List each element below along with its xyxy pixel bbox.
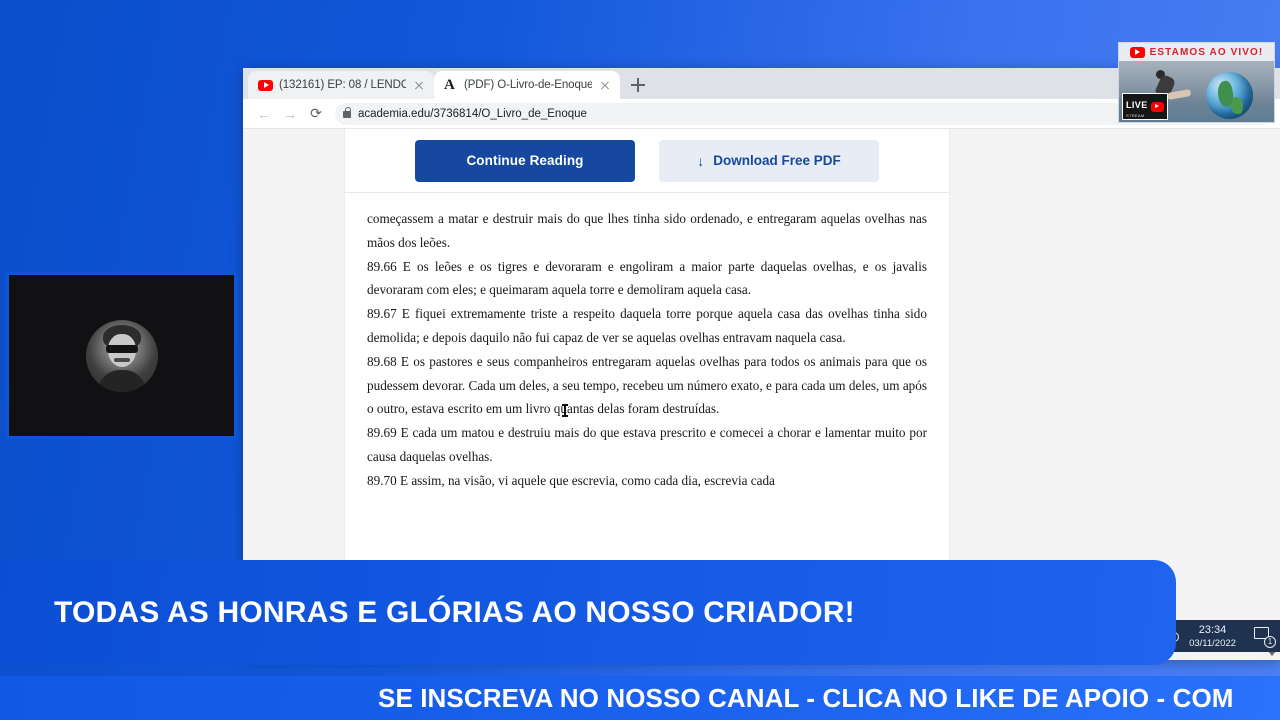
- avatar: [85, 319, 158, 392]
- live-headline-bar: ESTAMOS AO VIVO!: [1119, 43, 1274, 61]
- ticker-banner: SE INSCREVA NO NOSSO CANAL - CLICA NO LI…: [0, 676, 1280, 720]
- avatar-moustache: [113, 357, 130, 362]
- live-headline: ESTAMOS AO VIVO!: [1149, 46, 1264, 58]
- back-icon[interactable]: ←: [251, 101, 277, 127]
- tab-title: (132161) EP: 08 / LENDO O LIVR: [279, 79, 406, 91]
- academia-icon: A: [444, 76, 455, 93]
- sunglasses-icon: [105, 344, 138, 353]
- live-badge-sub: STREAM: [1126, 113, 1145, 118]
- tab-youtube[interactable]: (132161) EP: 08 / LENDO O LIVR: [248, 71, 434, 99]
- paragraph: 89.66 E os leões e os tigres e devoraram…: [367, 258, 927, 298]
- paragraph: 89.70 E assim, na visão, vi aquele que e…: [367, 472, 775, 488]
- download-free-pdf-button[interactable]: ↓ Download Free PDF: [659, 139, 879, 182]
- tab-academia[interactable]: A (PDF) O-Livro-de-Enoque | Lucir: [434, 71, 620, 99]
- text-cursor: [562, 404, 568, 417]
- live-badge-labels: LIVE STREAM: [1126, 95, 1148, 119]
- youtube-icon: [258, 79, 273, 91]
- download-icon: ↓: [697, 152, 705, 169]
- globe-graphic: [1206, 72, 1253, 119]
- webcam-panel: [6, 272, 237, 439]
- youtube-icon: [1129, 46, 1145, 58]
- lower-third-banner: TODAS AS HONRAS E GLÓRIAS AO NOSSO CRIAD…: [0, 560, 1176, 665]
- close-icon[interactable]: [412, 78, 426, 92]
- clock-time: 23:34: [1198, 623, 1227, 636]
- download-label: Download Free PDF: [713, 153, 841, 168]
- live-stream-overlay: ESTAMOS AO VIVO! LIVE STREAM: [1118, 42, 1275, 123]
- lower-third-text: TODAS AS HONRAS E GLÓRIAS AO NOSSO CRIAD…: [54, 595, 855, 629]
- new-tab-button[interactable]: [624, 71, 652, 99]
- paragraph: 89.68 E os pastores e seus companheiros …: [367, 353, 927, 417]
- tab-title: (PDF) O-Livro-de-Enoque | Lucir: [464, 79, 592, 91]
- live-thumbnail-image: LIVE STREAM: [1119, 61, 1274, 122]
- notification-count: 1: [1264, 636, 1276, 648]
- cta-bar: Continue Reading ↓ Download Free PDF: [345, 129, 949, 193]
- ticker-text: SE INSCREVA NO NOSSO CANAL - CLICA NO LI…: [378, 682, 1234, 713]
- avatar-body: [97, 369, 146, 392]
- reload-icon[interactable]: ⟳: [303, 101, 329, 127]
- continue-reading-button[interactable]: Continue Reading: [415, 139, 635, 182]
- paragraph: começassem a matar e destruir mais do qu…: [367, 211, 927, 250]
- close-icon[interactable]: [598, 78, 612, 92]
- taskbar-clock[interactable]: 23:34 03/11/2022: [1179, 623, 1246, 650]
- clock-date: 03/11/2022: [1189, 637, 1236, 649]
- paragraph: 89.67 E fiquei extremamente triste a res…: [367, 306, 927, 345]
- forward-icon[interactable]: →: [277, 101, 303, 127]
- live-badge-text: LIVE: [1126, 100, 1148, 110]
- lock-icon: [343, 107, 352, 118]
- url-text: academia.edu/3736814/O_Livro_de_Enoque: [358, 107, 587, 120]
- action-center-icon[interactable]: 1: [1254, 626, 1276, 648]
- youtube-icon: [1150, 101, 1164, 112]
- paragraph: 89.69 E cada um matou e destruiu mais do…: [367, 425, 927, 464]
- document-text[interactable]: começassem a matar e destruir mais do qu…: [345, 193, 949, 493]
- live-badge: LIVE STREAM: [1122, 93, 1168, 120]
